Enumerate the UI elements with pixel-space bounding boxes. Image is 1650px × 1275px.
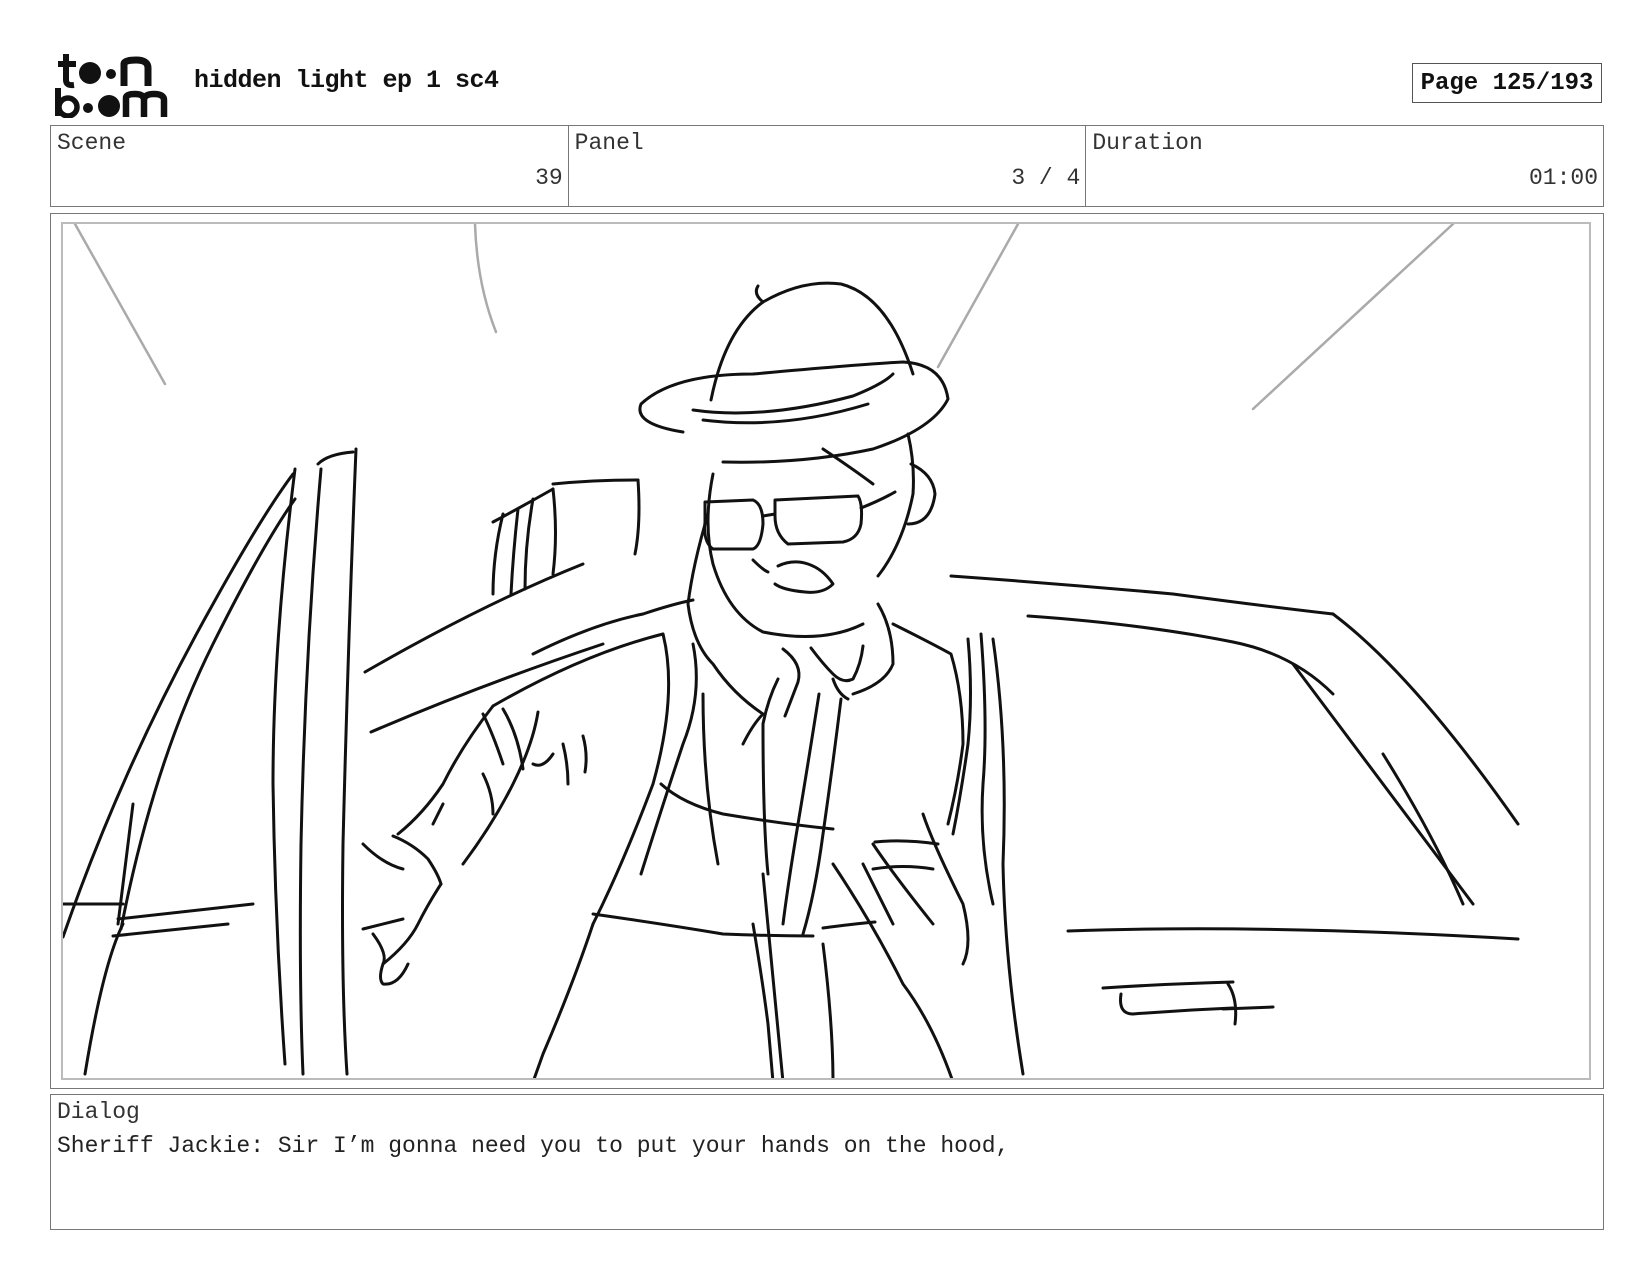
duration-value: 01:00 bbox=[1529, 165, 1599, 191]
panel-cell: Panel 3 / 4 bbox=[569, 126, 1087, 206]
panel-frame bbox=[50, 213, 1604, 1089]
dialog-box: Dialog Sheriff Jackie: Sir I’m gonna nee… bbox=[50, 1094, 1604, 1230]
page-indicator: Page 125/193 bbox=[1412, 63, 1602, 103]
duration-cell: Duration 01:00 bbox=[1086, 126, 1603, 206]
dialog-text: Sheriff Jackie: Sir I’m gonna need you t… bbox=[57, 1133, 1010, 1159]
dialog-label: Dialog bbox=[57, 1099, 140, 1125]
storyboard-sketch-icon bbox=[63, 224, 1520, 1078]
scene-value: 39 bbox=[535, 165, 563, 191]
panel-value: 3 / 4 bbox=[1011, 165, 1081, 191]
storyboard-info-row: Scene 39 Panel 3 / 4 Duration 01:00 bbox=[50, 125, 1604, 207]
toon-boom-logo bbox=[55, 54, 168, 118]
panel-label: Panel bbox=[574, 130, 644, 156]
panel-image bbox=[61, 222, 1591, 1080]
scene-cell: Scene 39 bbox=[51, 126, 569, 206]
project-title: hidden light ep 1 sc4 bbox=[194, 66, 499, 95]
scene-label: Scene bbox=[57, 130, 127, 156]
duration-label: Duration bbox=[1092, 130, 1203, 156]
